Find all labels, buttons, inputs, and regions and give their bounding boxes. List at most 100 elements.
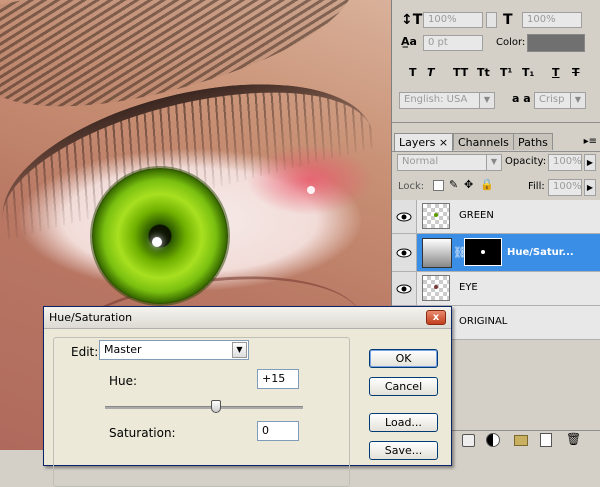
- all-caps-button[interactable]: TT: [453, 66, 468, 79]
- eye-icon: [396, 248, 412, 258]
- settings-group: Edit: Master ▼ Hue: +15 Saturation: 0: [53, 337, 350, 487]
- eye-dot: [434, 285, 438, 289]
- new-group-icon[interactable]: [514, 435, 528, 446]
- leading-input[interactable]: 100%: [423, 12, 483, 28]
- color-label: Color:: [496, 37, 526, 48]
- lock-image-icon[interactable]: ✎: [449, 178, 458, 191]
- lock-all-icon[interactable]: 🔒: [480, 178, 494, 191]
- tab-paths[interactable]: Paths: [513, 133, 553, 150]
- cancel-label: Cancel: [384, 380, 423, 393]
- mask-dot: [481, 250, 485, 254]
- hue-value: +15: [262, 372, 286, 385]
- hue-saturation-dialog: Hue/Saturation x Edit: Master ▼ Hue: +15…: [43, 306, 452, 487]
- superscript-button[interactable]: T¹: [500, 66, 512, 79]
- eye-icon: [396, 212, 412, 222]
- tab-layers[interactable]: Layers ×: [394, 133, 454, 151]
- saturation-label: Saturation:: [109, 426, 176, 440]
- tab-channels[interactable]: Channels: [453, 133, 514, 150]
- adjustment-layer-icon: [422, 238, 452, 268]
- fill-value: 100%: [553, 181, 582, 192]
- fill-input[interactable]: 100%: [548, 179, 582, 196]
- hue-input[interactable]: +15: [257, 369, 299, 389]
- eye-highlight: [152, 237, 162, 247]
- language-value: English: USA: [404, 94, 468, 105]
- saturation-input[interactable]: 0: [257, 421, 299, 441]
- text-color-swatch[interactable]: [527, 34, 585, 52]
- layer-name: EYE: [459, 282, 478, 293]
- language-select[interactable]: English: USA ▼: [399, 92, 495, 109]
- fill-label: Fill:: [528, 181, 545, 192]
- ok-label: OK: [395, 352, 412, 365]
- lock-transparency-icon[interactable]: [433, 180, 444, 191]
- load-button[interactable]: Load...: [369, 413, 438, 432]
- save-button[interactable]: Save...: [369, 441, 438, 460]
- baseline-input[interactable]: 0 pt: [423, 35, 483, 51]
- tear-duct-highlight: [307, 186, 315, 194]
- dialog-title-bar[interactable]: Hue/Saturation: [44, 307, 451, 329]
- chevron-down-icon: ▼: [570, 93, 585, 108]
- layer-row-green[interactable]: GREEN: [392, 200, 600, 234]
- lock-label: Lock:: [398, 181, 425, 192]
- edit-channel-select[interactable]: Master ▼: [99, 340, 249, 360]
- cancel-button[interactable]: Cancel: [369, 377, 438, 396]
- layer-row-eye[interactable]: EYE: [392, 272, 600, 306]
- strikethrough-button[interactable]: T: [572, 66, 580, 79]
- chevron-down-icon: ▼: [479, 93, 494, 108]
- fill-arrow-icon[interactable]: ▶: [584, 179, 596, 196]
- close-icon[interactable]: ×: [439, 136, 448, 149]
- antialias-value: Crisp: [539, 94, 565, 105]
- baseline-value: 0 pt: [428, 37, 448, 48]
- panel-menu-icon[interactable]: ▸≡: [584, 136, 597, 147]
- layer-mask-thumbnail[interactable]: [464, 238, 502, 266]
- close-button[interactable]: x: [426, 310, 446, 325]
- layer-name: GREEN: [459, 210, 494, 221]
- leading-value: 100%: [428, 14, 457, 25]
- visibility-toggle[interactable]: [392, 200, 417, 233]
- faux-italic-button[interactable]: T: [427, 66, 435, 79]
- add-mask-icon[interactable]: [462, 434, 475, 447]
- edit-value: Master: [104, 343, 142, 356]
- hue-slider-thumb[interactable]: [210, 400, 221, 413]
- blend-mode-select[interactable]: Normal ▼: [397, 154, 502, 171]
- layer-row-hue-saturation[interactable]: ⛓ Hue/Satur...: [392, 234, 600, 272]
- layer-name: Hue/Satur...: [507, 247, 574, 258]
- baseline-shift-icon: A̲a: [401, 35, 417, 48]
- panel-tabs: Layers × Channels Paths ▸≡: [392, 133, 600, 152]
- green-iris: [92, 168, 228, 304]
- leading-dropdown-arrow[interactable]: [486, 12, 497, 28]
- load-label: Load...: [385, 416, 422, 429]
- opacity-value: 100%: [553, 156, 582, 167]
- opacity-arrow-icon[interactable]: ▶: [584, 154, 596, 171]
- trash-icon[interactable]: 🗑: [566, 432, 581, 446]
- edit-label: Edit:: [71, 345, 99, 359]
- antialias-select[interactable]: Crisp ▼: [534, 92, 586, 109]
- ok-button[interactable]: OK: [369, 349, 438, 368]
- close-icon: x: [432, 312, 440, 323]
- lock-position-icon[interactable]: ✥: [464, 178, 473, 191]
- layer-name: ORIGINAL: [459, 316, 508, 327]
- green-dot: [434, 213, 438, 217]
- horizontal-scale-icon: T: [503, 12, 513, 28]
- antialias-icon: a a: [512, 92, 531, 105]
- leading-icon: ↕T: [401, 12, 423, 28]
- hue-label: Hue:: [109, 374, 138, 388]
- tab-layers-label: Layers: [399, 136, 436, 149]
- opacity-input[interactable]: 100%: [548, 154, 582, 171]
- tab-paths-label: Paths: [518, 136, 548, 149]
- subscript-button[interactable]: T₁: [522, 66, 534, 79]
- eye-icon: [396, 284, 412, 294]
- new-adjustment-layer-icon[interactable]: [486, 433, 500, 447]
- visibility-toggle[interactable]: [392, 234, 417, 271]
- save-label: Save...: [384, 444, 423, 457]
- visibility-toggle[interactable]: [392, 272, 417, 305]
- tracking-input[interactable]: 100%: [522, 12, 582, 28]
- hue-slider-track[interactable]: [105, 406, 303, 409]
- faux-bold-button[interactable]: T: [409, 66, 417, 79]
- tracking-value: 100%: [527, 14, 556, 25]
- small-caps-button[interactable]: Tt: [477, 66, 490, 79]
- underline-button[interactable]: T: [552, 66, 560, 79]
- new-layer-icon[interactable]: [540, 433, 552, 447]
- tab-channels-label: Channels: [458, 136, 509, 149]
- chevron-down-icon: ▼: [486, 155, 501, 170]
- opacity-label: Opacity:: [505, 156, 547, 167]
